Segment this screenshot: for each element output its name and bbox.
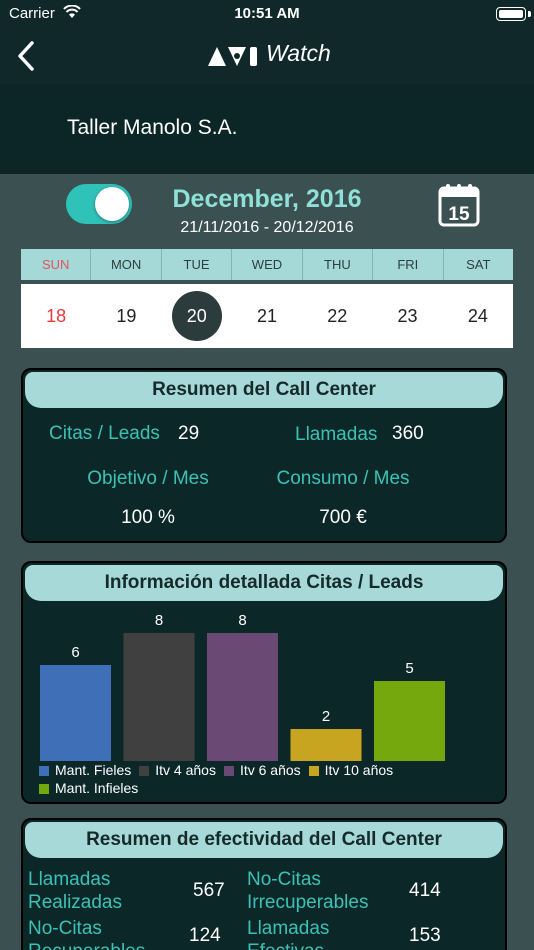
summary-card: Resumen del Call Center Citas / Leads 29…	[21, 368, 507, 543]
legend-item-2: Itv 6 años	[223, 761, 301, 779]
brand-logo	[208, 47, 257, 66]
legend-item-0: Mant. Fieles	[39, 761, 131, 779]
bar-value-label-2: 8	[238, 612, 246, 629]
citas-bar-chart: 6 8 8 2 5	[40, 612, 445, 761]
day-cell[interactable]: 24	[443, 284, 513, 348]
status-bar: Carrier 10:51 AM	[0, 0, 534, 28]
effectiveness-title: Resumen de efectividad del Call Center	[25, 822, 503, 858]
day-cell[interactable]: 19	[91, 284, 161, 348]
bar-value-label-3: 2	[322, 708, 330, 725]
consumo-label: Consumo / Mes	[276, 468, 410, 489]
objetivo-label: Objetivo / Mes	[87, 468, 209, 489]
week-header: SUN MON TUE WED THU FRI SAT	[21, 249, 513, 280]
weekday-fri: FRI	[373, 249, 444, 280]
legend-label: Itv 10 años	[324, 762, 394, 778]
period-toggle[interactable]	[66, 184, 132, 224]
llamadas-label: Llamadas	[295, 424, 378, 445]
weekday-tue: TUE	[162, 249, 233, 280]
bar-4	[374, 681, 445, 761]
chevron-left-icon	[18, 41, 34, 71]
legend-swatch	[39, 784, 49, 794]
day-number: 18	[46, 306, 67, 326]
date-range: 21/11/2016 - 20/12/2016	[180, 219, 354, 236]
weekday-thu: THU	[303, 249, 374, 280]
legend-label: Mant. Fieles	[55, 762, 132, 778]
legend-item-1: Itv 4 años	[139, 761, 216, 779]
bar-value-label-0: 6	[71, 644, 79, 661]
calendar-day: 15	[448, 204, 470, 225]
llamadas-value: 360	[392, 423, 424, 444]
day-cell-selected[interactable]: 20	[162, 284, 232, 348]
effectiveness-card: Resumen de efectividad del Call Center L…	[21, 818, 507, 950]
weekday-sat: SAT	[466, 257, 491, 272]
day-cell[interactable]: 23	[372, 284, 442, 348]
eff-value-recuperables: 124	[189, 925, 221, 946]
objetivo-value: 100 %	[121, 507, 175, 528]
legend-swatch	[223, 766, 234, 776]
toggle-knob	[95, 187, 129, 221]
legend-label: Mant. Infieles	[55, 780, 139, 796]
legend-item-4: Mant. Infieles	[39, 779, 138, 797]
weekday-sun: SUN	[21, 249, 92, 280]
citas-chart-card: Información detallada Citas / Leads 6 8 8 2…	[21, 561, 507, 804]
citas-label: Citas / Leads	[49, 423, 160, 444]
chart-title: Información detallada Citas / Leads	[25, 565, 503, 601]
bar-1	[123, 633, 195, 761]
legend-label: Itv 4 años	[155, 762, 216, 778]
month-title: December, 2016	[172, 185, 362, 213]
day-number: 23	[397, 306, 418, 326]
eff-value-efectivas: 153	[409, 925, 441, 946]
legend-swatch	[39, 766, 49, 776]
bar-value-label-4: 5	[405, 660, 413, 677]
legend-swatch	[308, 766, 319, 776]
battery-tip	[528, 11, 531, 17]
eff-value-irrecuperables: 414	[409, 880, 441, 901]
status-time: 10:51 AM	[234, 5, 300, 22]
day-number: 21	[256, 306, 277, 326]
day-number: 19	[116, 306, 137, 326]
bar-0	[40, 665, 111, 761]
eff-label-irrecuperables: No-Citas Irrecuperables	[247, 869, 369, 913]
calendar-icon: 15	[438, 184, 480, 227]
eff-label-efectivas: LlamadasEfectivas	[247, 918, 330, 950]
legend-item-3: Itv 10 años	[308, 761, 394, 779]
battery-icon	[496, 7, 526, 21]
summary-title: Resumen del Call Center	[25, 372, 503, 408]
legend-label: Itv 6 años	[239, 762, 301, 778]
client-name: Taller Manolo S.A.	[67, 116, 238, 139]
back-button[interactable]	[10, 38, 46, 74]
day-cell[interactable]: 21	[232, 284, 302, 348]
nav-bar: Watch	[0, 28, 534, 84]
day-number: 22	[327, 306, 348, 326]
weekday-mon: MON	[91, 249, 162, 280]
eff-value-realizadas: 567	[193, 880, 225, 901]
calendar-button[interactable]: 15	[437, 182, 481, 228]
day-cell[interactable]: 18	[21, 284, 91, 348]
legend-swatch	[139, 766, 150, 776]
bar-3	[290, 729, 362, 761]
chart-legend: Mant. Fieles Itv 4 años Itv 6 años Itv 10 a…	[39, 761, 499, 797]
day-cell[interactable]: 22	[302, 284, 372, 348]
eff-label-recuperables: No-CitasRecuperables	[28, 918, 145, 950]
week-days: 18 19 20 21 22 23 24	[21, 284, 513, 348]
bar-value-label-1: 8	[155, 612, 163, 629]
weekday-wed: WED	[232, 249, 303, 280]
day-number: 24	[467, 306, 488, 326]
consumo-value: 700 €	[319, 507, 367, 528]
citas-value: 29	[178, 423, 200, 444]
bar-2	[207, 633, 278, 761]
eff-label-realizadas: Llamadas Realizadas	[28, 869, 122, 913]
day-number: 20	[171, 291, 222, 341]
client-bar: Taller Manolo S.A.	[0, 84, 534, 174]
brand-name: Watch	[266, 40, 331, 66]
